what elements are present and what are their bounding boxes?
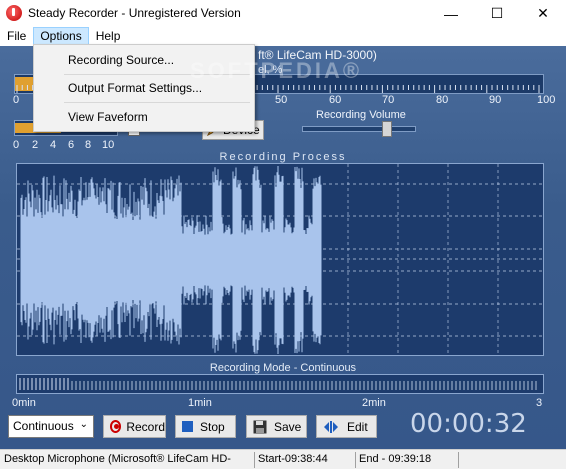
stop-icon bbox=[182, 421, 193, 432]
stop-button-label: Stop bbox=[200, 419, 225, 434]
save-button-label: Save bbox=[274, 419, 302, 434]
elapsed-timer: 00:00:32 bbox=[410, 409, 527, 439]
app-icon bbox=[6, 5, 22, 21]
stop-button[interactable]: Stop bbox=[175, 415, 236, 438]
status-source: Desktop Microphone (Microsoft® LifeCam H… bbox=[4, 453, 231, 465]
input-tick-90: 90 bbox=[489, 94, 502, 106]
gain-tick-6: 6 bbox=[68, 139, 75, 151]
maximize-button[interactable]: ☐ bbox=[474, 0, 520, 27]
gain-tick-8: 8 bbox=[85, 139, 92, 151]
gain-tick-4: 4 bbox=[50, 139, 57, 151]
gain-tick-10: 10 bbox=[102, 139, 115, 151]
close-button[interactable]: ✕ bbox=[520, 0, 566, 27]
menu-item-view-faveform[interactable]: View Faveform bbox=[68, 110, 148, 124]
timeline-tick-3: 3 bbox=[536, 397, 543, 409]
watermark: SOFTPEDIA® bbox=[190, 58, 363, 83]
minimize-button[interactable]: — bbox=[428, 0, 474, 27]
input-tick-80: 80 bbox=[436, 94, 449, 106]
waveform-graph bbox=[17, 164, 543, 355]
waveform-edit-icon bbox=[323, 420, 339, 434]
input-tick-50: 50 bbox=[275, 94, 288, 106]
save-button[interactable]: Save bbox=[246, 415, 307, 438]
input-tick-70: 70 bbox=[382, 94, 395, 106]
gain-tick-2: 2 bbox=[32, 139, 39, 151]
timeline-tick-0: 0min bbox=[12, 397, 36, 409]
chevron-down-icon: ⌄ bbox=[79, 419, 88, 430]
record-button-label: Record bbox=[126, 419, 165, 434]
mode-select-value: Continuous bbox=[13, 419, 74, 433]
recording-mode-label: Recording Mode - Continuous bbox=[209, 362, 357, 374]
recording-volume-label: Recording Volume bbox=[316, 109, 406, 121]
input-tick-0: 0 bbox=[13, 94, 20, 106]
waveform-display bbox=[16, 163, 544, 356]
recording-volume-slider[interactable] bbox=[302, 121, 416, 137]
status-divider bbox=[458, 452, 459, 468]
edit-button[interactable]: Edit bbox=[316, 415, 377, 438]
gain-tick-0: 0 bbox=[13, 139, 20, 151]
recording-process-title: Recording Process bbox=[219, 151, 347, 163]
timeline-tick-1: 1min bbox=[188, 397, 212, 409]
status-divider bbox=[254, 452, 255, 468]
recording-volume-thumb[interactable] bbox=[382, 121, 392, 137]
edit-button-label: Edit bbox=[347, 419, 368, 434]
timeline-tick-2: 2min bbox=[362, 397, 386, 409]
record-button[interactable]: Record bbox=[103, 415, 166, 438]
record-icon bbox=[110, 420, 122, 433]
mode-select[interactable]: Continuous ⌄ bbox=[8, 415, 94, 438]
menu-item-recording-source[interactable]: Recording Source... bbox=[68, 53, 174, 67]
status-divider bbox=[355, 452, 356, 468]
menu-item-output-format-settings[interactable]: Output Format Settings... bbox=[68, 81, 202, 95]
status-bar: Desktop Microphone (Microsoft® LifeCam H… bbox=[0, 449, 566, 469]
status-start-time: Start-09:38:44 bbox=[258, 453, 328, 465]
menu-file[interactable]: File bbox=[0, 27, 33, 46]
menu-separator bbox=[64, 102, 250, 103]
title-bar: Steady Recorder - Unregistered Version —… bbox=[0, 0, 566, 27]
input-tick-100: 100 bbox=[537, 94, 556, 106]
input-tick-60: 60 bbox=[329, 94, 342, 106]
floppy-disk-icon bbox=[253, 420, 267, 434]
window-title: Steady Recorder - Unregistered Version bbox=[28, 6, 241, 20]
recording-timeline bbox=[16, 374, 544, 394]
status-end-time: End - 09:39:18 bbox=[359, 453, 432, 465]
